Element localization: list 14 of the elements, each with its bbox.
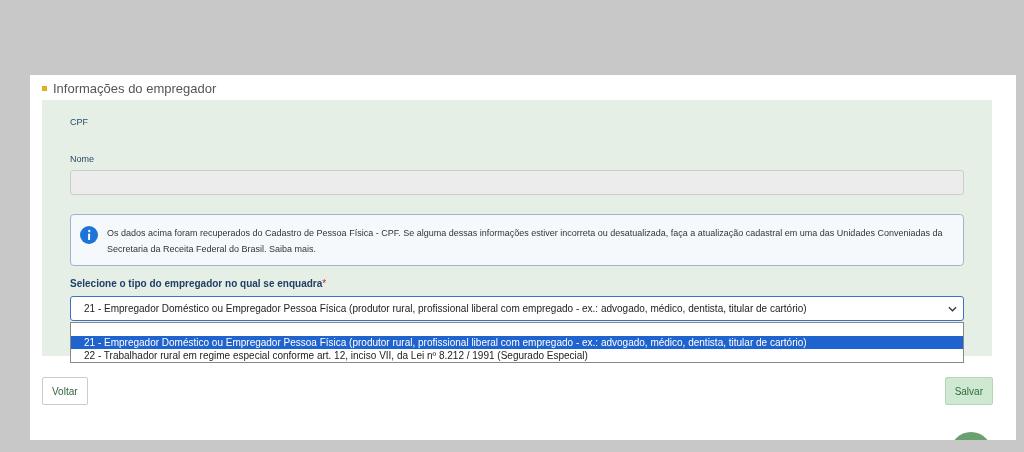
info-icon	[80, 226, 98, 244]
select-field[interactable]: 21 - Empregador Doméstico ou Empregador Pessoa Física (produtor rural, profissional liberal com empregado - ex.: advogado, médico, dentista, titular de cartório)	[70, 296, 964, 321]
save-button[interactable]: Salvar	[944, 377, 993, 405]
caret-icon	[948, 305, 957, 312]
section-title: Informações do empregador	[53, 80, 217, 96]
field-label: Nome	[70, 154, 95, 164]
input-field[interactable]	[70, 170, 964, 195]
dropdown-option[interactable]: 21 - Empregador Doméstico ou Empregador Pessoa Física (produtor rural, profissional liberal com empregado - ex.: advogado, médico, dentista, titular de cartório)	[71, 336, 963, 349]
back-button[interactable]: Voltar	[42, 377, 88, 405]
field-label: CPF	[70, 117, 89, 127]
bullet-icon	[42, 85, 47, 91]
dropdown-option[interactable]: 22 - Trabalhador rural em regime especial conforme art. 12, inciso VII, da Lei nº 8.212 / 1991 (Segurado Especial)	[71, 349, 963, 362]
field-label: Selecione o tipo do empregador no qual se enquadra*	[70, 278, 328, 289]
info-text: Os dados acima foram recuperados do Cadastro de Pessoa Física - CPF. Se alguma dessas informações estiver incorreta ou desatualizada, faça a atualização cadastral em uma das Unidades Conveniadas da Secretaria da Receita Federal do Brasil. Saiba mais.	[107, 227, 944, 256]
